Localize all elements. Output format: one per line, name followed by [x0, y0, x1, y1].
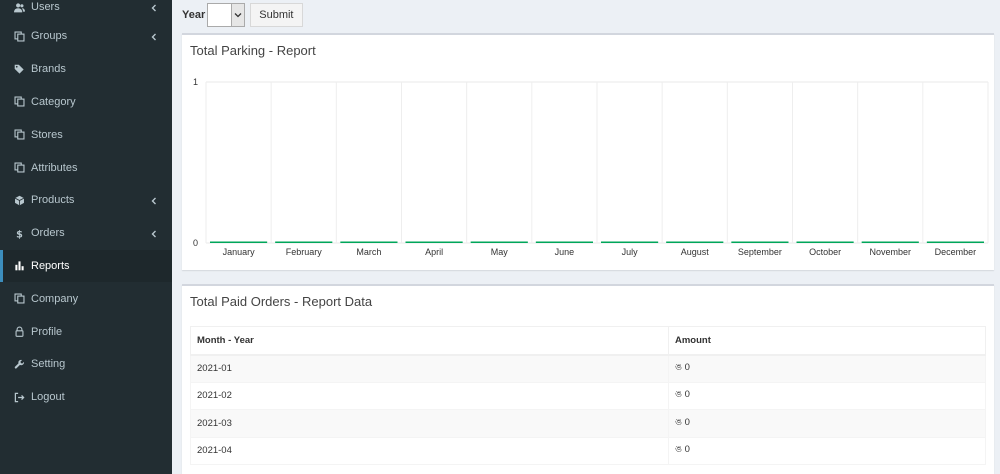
svg-text:$: $	[16, 229, 23, 239]
sidebar: Users Groups Brands Category Stores Attr…	[0, 0, 172, 474]
table-row: 2021-02 ঙ 0	[190, 381, 986, 410]
x-tick-label: January	[223, 247, 256, 257]
x-tick-label: December	[935, 247, 977, 257]
copy-icon	[12, 161, 26, 175]
sidebar-item-setting[interactable]: Setting	[0, 348, 172, 381]
sidebar-item-label: Stores	[31, 128, 63, 141]
sidebar-item-reports[interactable]: Reports	[0, 249, 172, 283]
year-label: Year	[182, 9, 206, 21]
bar-september	[731, 241, 789, 243]
sidebar-item-label: Attributes	[31, 161, 78, 174]
sidebar-item-label: Users	[31, 1, 60, 13]
tags-icon	[12, 62, 26, 76]
cell-month-year: 2021-01	[190, 354, 669, 383]
paid-orders-box: Total Paid Orders - Report Data Month - …	[182, 284, 994, 474]
year-select-value	[208, 4, 231, 26]
copy-icon	[12, 29, 26, 43]
cube-icon	[12, 193, 26, 207]
sidebar-item-label: Logout	[31, 391, 65, 404]
y-tick-label: 1	[193, 77, 198, 87]
x-tick-label: August	[681, 247, 710, 257]
bar-august	[666, 241, 724, 243]
sidebar-item-users[interactable]: Users	[0, 0, 172, 20]
parking-report-box: Total Parking - Report 0 1 January February…	[182, 33, 994, 270]
cell-amount: ঙ 0	[668, 354, 986, 383]
sidebar-item-label: Products	[31, 194, 75, 207]
sidebar-item-profile[interactable]: Profile	[0, 315, 172, 348]
filter-bar: Year Submit	[182, 2, 303, 28]
sidebar-item-label: Brands	[31, 63, 66, 76]
bar-december	[926, 241, 984, 243]
table-header-row: Month - Year Amount	[190, 326, 986, 356]
sidebar-item-logout[interactable]: Logout	[0, 381, 172, 414]
sidebar-item-groups[interactable]: Groups	[0, 20, 172, 53]
sidebar-item-orders[interactable]: $ Orders	[0, 217, 172, 250]
users-icon	[12, 0, 26, 14]
sidebar-item-category[interactable]: Category	[0, 86, 172, 119]
table-row: 2021-03 ঙ 0	[190, 409, 986, 438]
x-tick-label: October	[809, 247, 841, 257]
sidebar-item-brands[interactable]: Brands	[0, 53, 172, 86]
copy-icon	[12, 95, 26, 109]
bar-october	[796, 241, 854, 243]
x-tick-label: April	[425, 247, 443, 257]
sidebar-item-label: Orders	[31, 227, 65, 240]
sidebar-item-label: Company	[31, 292, 79, 305]
chevron-left-icon	[150, 32, 158, 41]
sidebar-item-stores[interactable]: Stores	[0, 118, 172, 151]
bar-january	[210, 241, 268, 243]
sidebar-item-label: Groups	[31, 30, 68, 43]
x-tick-label: May	[491, 247, 509, 257]
table-box-title: Total Paid Orders - Report Data	[190, 294, 373, 309]
parking-bar-chart: 0 1 January February March April May June July Au…	[193, 77, 989, 257]
x-tick-label: July	[622, 247, 639, 257]
column-header-amount: Amount	[668, 326, 986, 356]
bar-may	[470, 241, 528, 243]
bar-july	[601, 241, 659, 243]
sidebar-item-label: Setting	[31, 358, 66, 371]
bar-november	[861, 241, 919, 243]
sign-out-icon	[12, 390, 26, 404]
bar-april	[405, 241, 463, 243]
x-tick-label: June	[555, 247, 575, 257]
bar-march	[340, 241, 398, 243]
column-header-month-year: Month - Year	[190, 326, 669, 356]
sidebar-item-products[interactable]: Products	[0, 184, 172, 217]
sidebar-item-company[interactable]: Company	[0, 282, 172, 315]
bar-june	[535, 241, 593, 243]
bar-february	[275, 241, 333, 243]
main-content: Year Submit Total Parking - Report 0 1 Jan…	[172, 0, 1000, 474]
sidebar-item-label: Profile	[31, 325, 63, 338]
dollar-icon: $	[12, 226, 26, 240]
submit-button[interactable]: Submit	[250, 3, 303, 27]
x-tick-label: February	[286, 247, 323, 257]
sidebar-item-attributes[interactable]: Attributes	[0, 151, 172, 184]
chevron-left-icon	[150, 229, 158, 238]
cell-month-year: 2021-02	[190, 381, 669, 410]
chevron-down-icon[interactable]	[231, 4, 245, 26]
sidebar-item-label: Reports	[31, 259, 70, 272]
cell-amount: ঙ 0	[668, 381, 986, 410]
sidebar-item-label: Category	[31, 95, 76, 108]
copy-icon	[12, 292, 26, 306]
chevron-left-icon	[150, 3, 158, 12]
cell-amount: ঙ 0	[668, 409, 986, 438]
x-tick-label: September	[738, 247, 782, 257]
cell-month-year: 2021-04	[190, 436, 669, 465]
x-tick-label: November	[869, 247, 911, 257]
bar-chart-icon	[12, 259, 26, 273]
chevron-left-icon	[150, 196, 158, 205]
year-select[interactable]	[207, 3, 246, 27]
y-tick-label: 0	[193, 238, 198, 248]
cell-month-year: 2021-03	[190, 409, 669, 438]
x-tick-label: March	[356, 247, 381, 257]
paid-orders-table: Month - Year Amount 2021-01 ঙ 0 2021-02 …	[190, 326, 986, 465]
table-row: 2021-04 ঙ 0	[190, 436, 986, 465]
copy-icon	[12, 128, 26, 142]
cell-amount: ঙ 0	[668, 436, 986, 465]
lock-icon	[12, 325, 26, 339]
wrench-icon	[12, 357, 26, 371]
table-row: 2021-01 ঙ 0	[190, 354, 986, 383]
